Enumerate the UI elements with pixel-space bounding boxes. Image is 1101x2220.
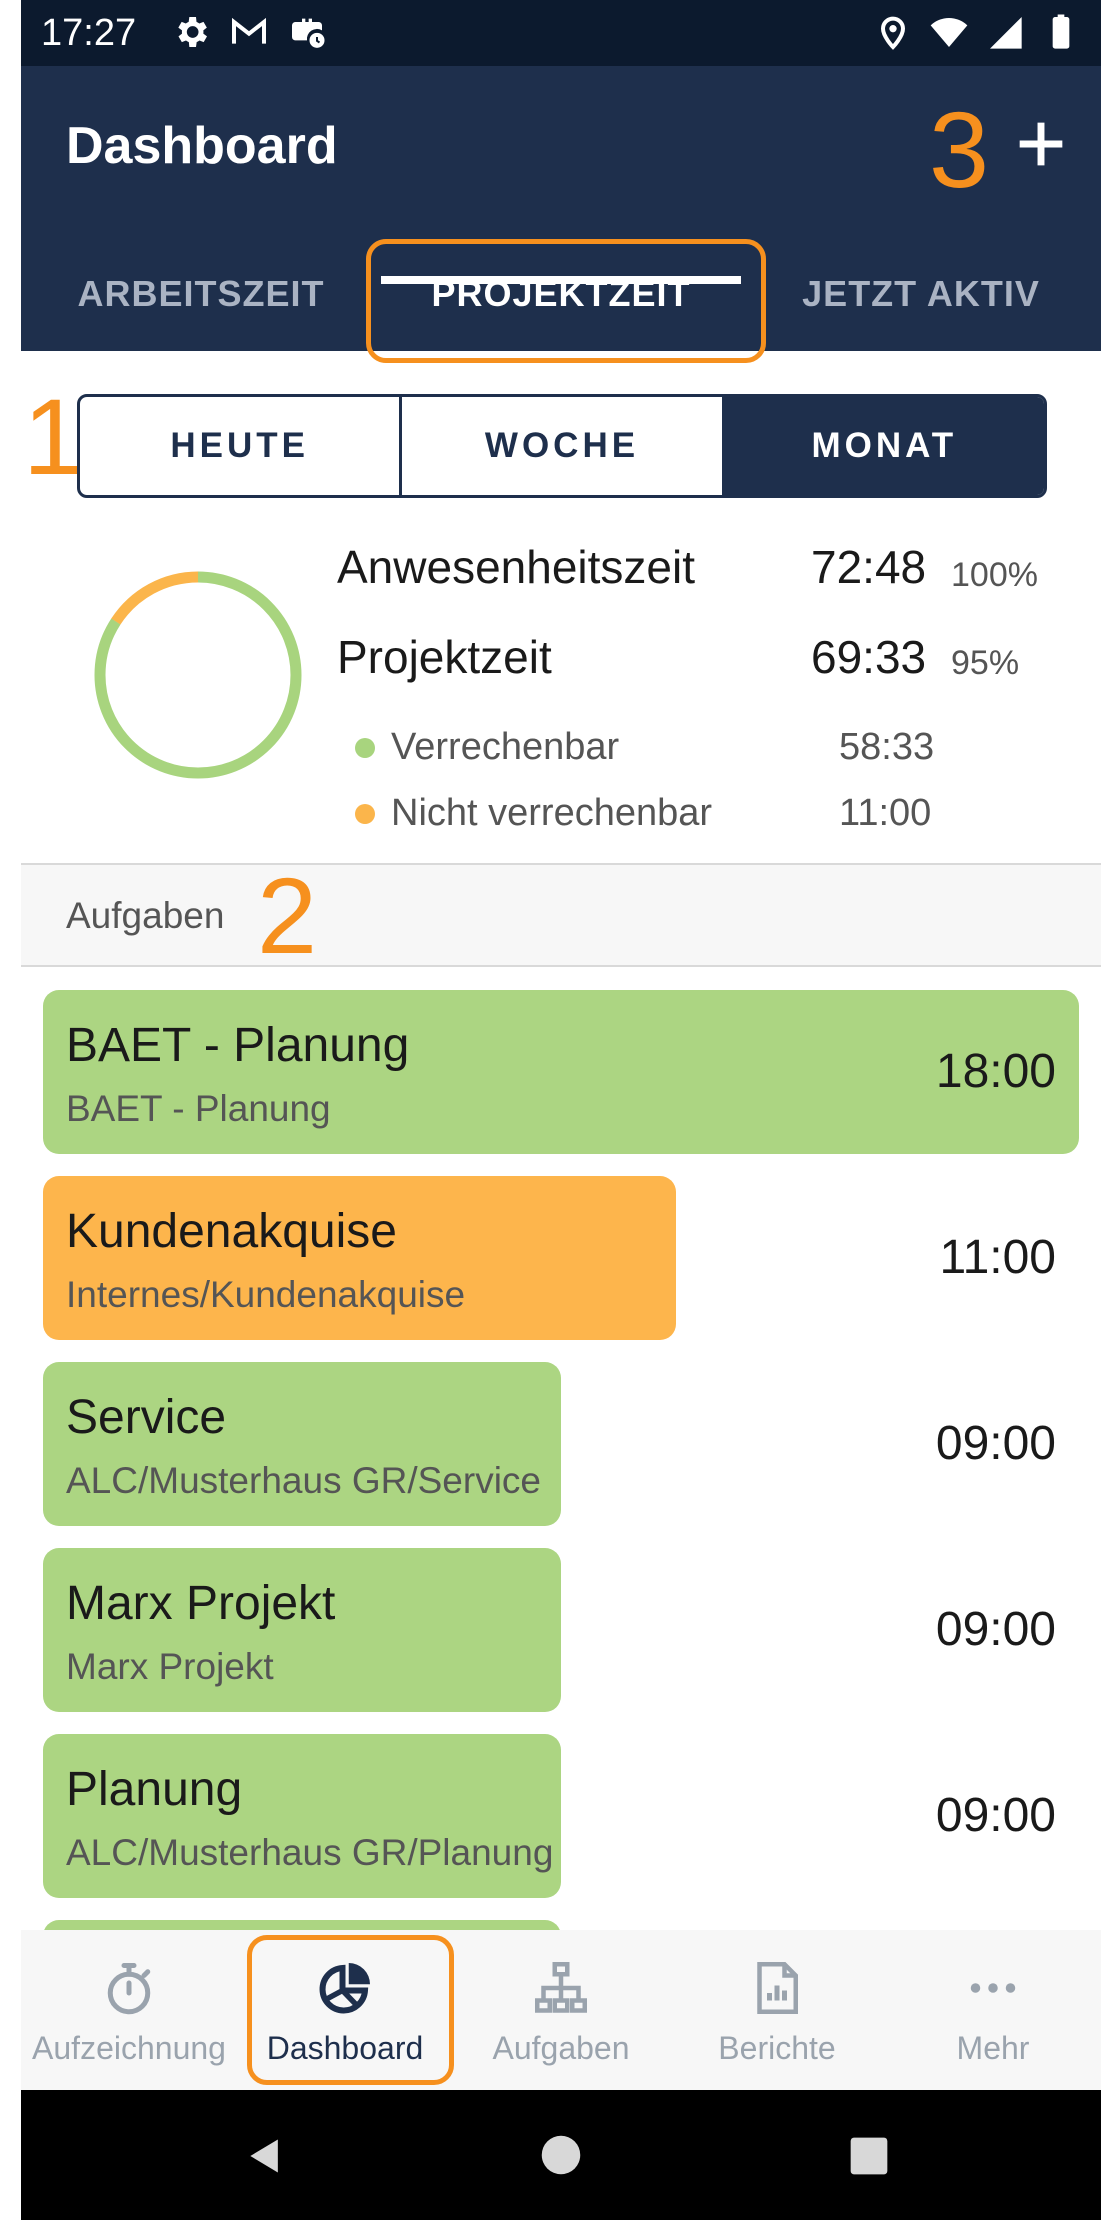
status-time: 17:27 <box>41 12 137 54</box>
project-percent: 95% <box>951 644 1020 682</box>
task-subtitle: Marx Projekt <box>66 1646 274 1687</box>
nav-berichte[interactable]: Berichte <box>669 1930 885 2090</box>
tab-jetzt-aktiv[interactable]: JETZT AKTIV <box>741 236 1101 351</box>
wifi-icon <box>930 18 968 47</box>
tab-arbeitszeit[interactable]: ARBEITSZEIT <box>21 236 381 351</box>
recents-icon[interactable] <box>849 2136 889 2176</box>
task-title: BAET - Planung <box>66 1019 410 1072</box>
more-icon <box>970 1983 1016 1993</box>
task-item[interactable]: Marx Projekt Marx Projekt <box>43 1548 561 1712</box>
billable-label: Verrechenbar <box>391 726 620 768</box>
billable-dot <box>355 738 375 758</box>
nav-label: Aufzeichnung <box>32 2030 226 2066</box>
location-icon <box>880 16 906 50</box>
billable-value: 58:33 <box>839 726 935 768</box>
task-time: 11:00 <box>939 1231 1056 1284</box>
nav-aufzeichnung[interactable]: Aufzeichnung <box>21 1930 237 2090</box>
nav-label: Berichte <box>718 2030 836 2066</box>
nav-label: Mehr <box>956 2030 1030 2066</box>
status-bar: 17:27 <box>21 0 1101 66</box>
nav-aufgaben[interactable]: Aufgaben <box>453 1930 669 2090</box>
back-icon[interactable] <box>243 2134 287 2178</box>
task-subtitle: ALC/Musterhaus GR/Service <box>66 1460 542 1501</box>
task-item[interactable]: Planung ALC/Musterhaus GR/Planung <box>43 1734 561 1898</box>
battery-icon <box>1052 14 1070 49</box>
briefcase-clock-icon <box>292 18 325 48</box>
task-time: 18:00 <box>935 1045 1056 1098</box>
period-heute-button[interactable]: HEUTE <box>80 397 399 495</box>
annotation-2: 2 <box>257 855 318 976</box>
period-woche-button[interactable]: WOCHE <box>399 397 721 495</box>
gmail-icon <box>232 17 266 44</box>
tab-highlight-box <box>366 239 766 363</box>
page-title: Dashboard <box>66 117 338 175</box>
task-title: Service <box>66 1391 227 1444</box>
non-billable-dot <box>355 804 375 824</box>
task-time: 09:00 <box>935 1603 1056 1656</box>
task-time: 09:00 <box>935 1417 1056 1470</box>
task-title: Planung <box>66 1763 243 1816</box>
annotation-1: 1 <box>23 376 84 497</box>
report-icon <box>757 1962 798 2014</box>
non-billable-value: 11:00 <box>839 792 932 834</box>
app-frame: 17:27 Dashboard 3 ARBEITSZEIT PROJEKTZEI… <box>21 0 1101 2220</box>
non-billable-label: Nicht verrechenbar <box>391 792 713 834</box>
signal-icon <box>990 17 1022 49</box>
task-time: 09:00 <box>935 1789 1056 1842</box>
home-icon[interactable] <box>540 2134 582 2176</box>
system-navigation-bar <box>21 2090 1101 2220</box>
period-selector: HEUTE WOCHE MONAT <box>77 394 1047 498</box>
stopwatch-icon <box>107 1963 151 2015</box>
annotation-3: 3 <box>929 89 990 210</box>
section-label: Aufgaben <box>66 895 225 936</box>
presence-percent: 100% <box>951 556 1038 594</box>
task-item[interactable]: Kundenakquise Internes/Kundenakquise <box>43 1176 676 1340</box>
presence-label: Anwesenheitszeit <box>337 541 695 593</box>
task-title: Marx Projekt <box>66 1577 336 1630</box>
project-label: Projektzeit <box>337 631 552 683</box>
project-time-donut <box>94 571 302 779</box>
task-subtitle: BAET - Planung <box>66 1088 331 1129</box>
nav-highlight-box <box>247 1935 454 2085</box>
tasks-section-header: Aufgaben <box>21 863 1101 967</box>
hierarchy-icon <box>535 1962 587 2013</box>
task-item[interactable]: BAET - Planung BAET - Planung <box>43 990 1079 1154</box>
task-subtitle: ALC/Musterhaus GR/Planung <box>66 1832 554 1873</box>
bottom-navigation: Aufzeichnung Dashboard Aufgaben Berichte… <box>21 1930 1101 2090</box>
settings-icon <box>178 17 207 47</box>
project-value: 69:33 <box>811 631 927 683</box>
nav-label: Aufgaben <box>492 2030 630 2066</box>
task-title: Kundenakquise <box>66 1205 397 1258</box>
presence-value: 72:48 <box>811 541 927 593</box>
donut-non-billable-arc <box>94 571 302 779</box>
task-subtitle: Internes/Kundenakquise <box>66 1274 466 1315</box>
nav-mehr[interactable]: Mehr <box>885 1930 1101 2090</box>
period-monat-button[interactable]: MONAT <box>721 397 1044 495</box>
task-item[interactable]: Service ALC/Musterhaus GR/Service <box>43 1362 561 1526</box>
add-icon[interactable] <box>1009 112 1073 176</box>
